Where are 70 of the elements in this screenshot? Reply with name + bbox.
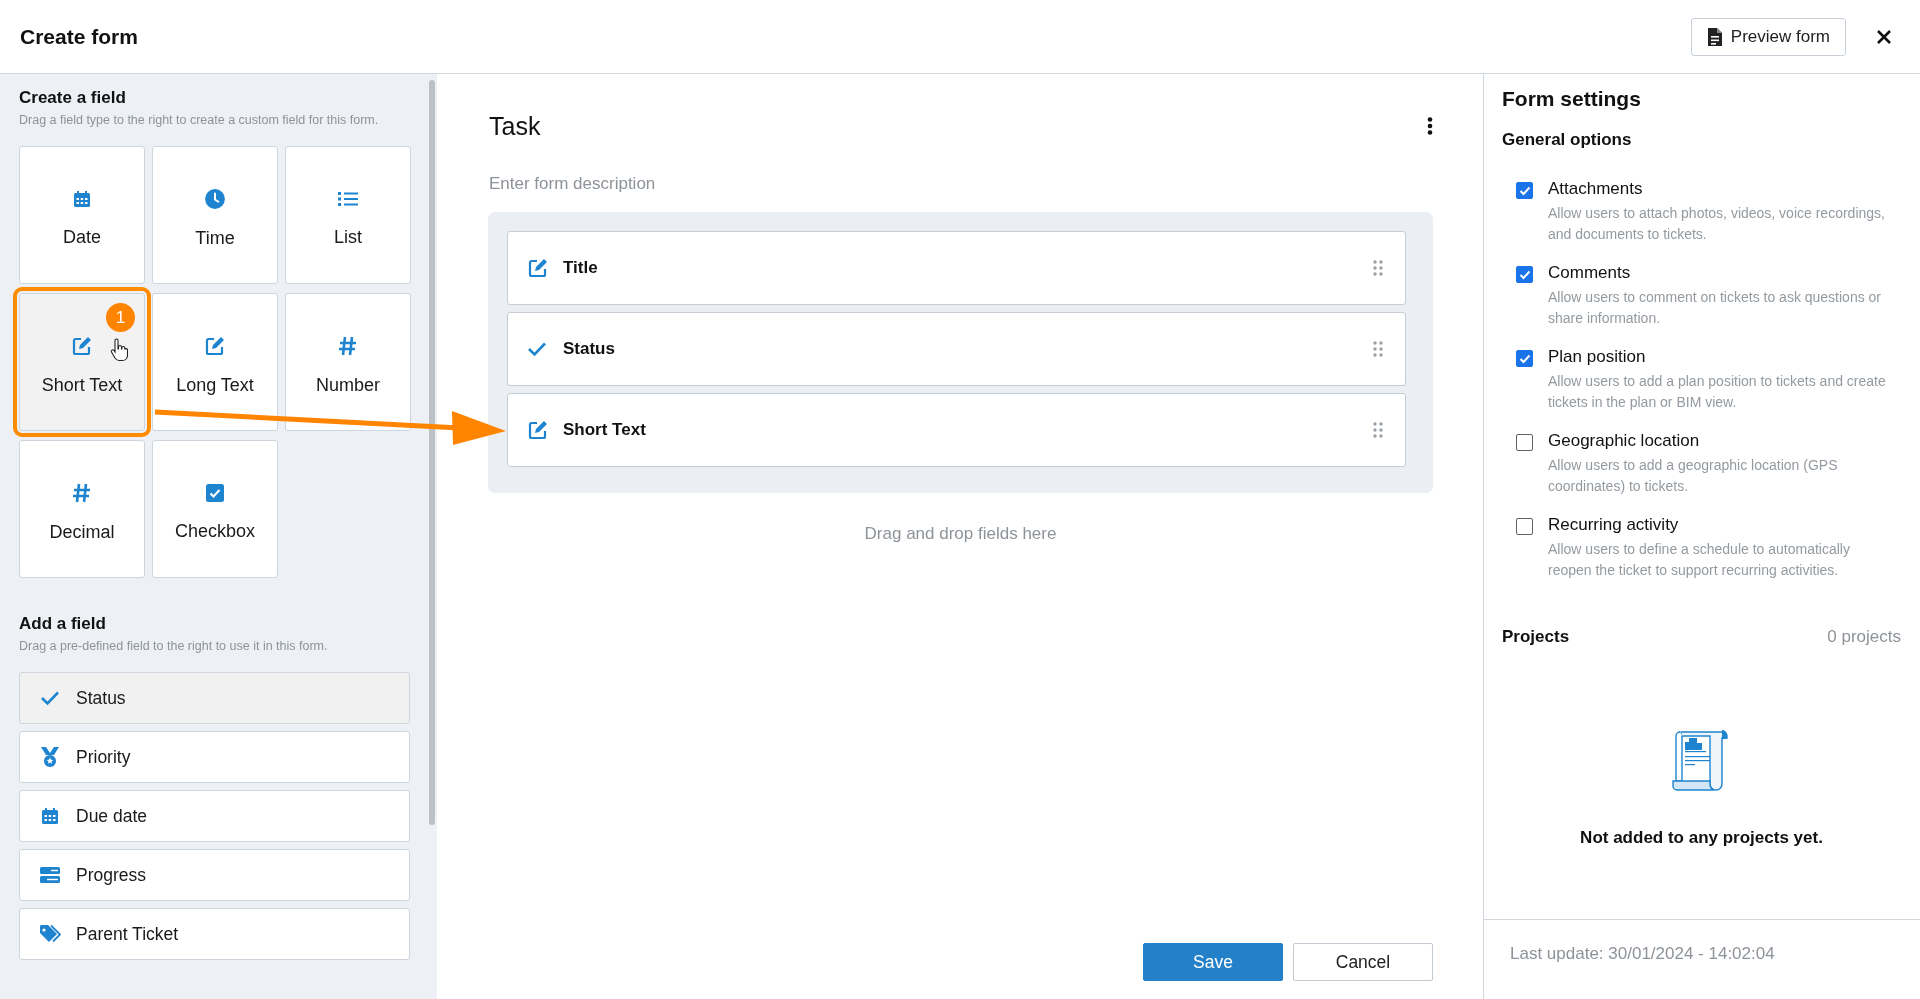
scrollbar-thumb[interactable] <box>429 80 435 825</box>
section-title: Projects <box>1502 627 1570 647</box>
checkbox[interactable] <box>1516 350 1533 367</box>
check-icon <box>527 341 547 357</box>
option-label: Comments <box>1548 263 1632 283</box>
section-title: Add a field <box>19 614 107 634</box>
field-type-tile[interactable]: Number <box>285 293 411 431</box>
more-options-icon[interactable] <box>1427 117 1433 135</box>
document-icon <box>1706 26 1723 47</box>
progress-icon <box>39 866 61 884</box>
medal-icon <box>40 746 60 768</box>
field-type-tile[interactable]: Checkbox <box>152 440 278 578</box>
section-hint: Drag a pre-defined field to the right to use it in this form. <box>19 639 329 653</box>
field-type-tile[interactable]: List <box>285 146 411 284</box>
hash-icon <box>72 481 92 504</box>
predefined-field-item[interactable]: Due date <box>19 790 410 842</box>
preview-form-button[interactable]: Preview form <box>1690 17 1846 56</box>
option-label: Recurring activity <box>1548 515 1680 535</box>
form-title: Task <box>489 111 541 141</box>
section-hint: Drag a field type to the right to create a custom field for this form. <box>19 113 380 127</box>
field-type-tile[interactable]: Date <box>19 146 145 284</box>
calendar-icon <box>40 806 60 826</box>
drag-handle-icon[interactable] <box>1373 341 1383 357</box>
checkbox[interactable] <box>1516 266 1533 283</box>
field-type-tile[interactable]: Time <box>152 146 278 284</box>
drop-hint: Drag and drop fields here <box>863 524 1058 544</box>
project-count: 0 projects <box>1827 627 1901 647</box>
predefined-field-item[interactable]: Status <box>19 672 410 724</box>
form-field-card[interactable]: Title <box>507 231 1406 305</box>
check-icon <box>40 690 60 706</box>
predefined-field-item[interactable]: Progress <box>19 849 410 901</box>
hash-icon <box>338 334 358 357</box>
option-label: Geographic location <box>1548 431 1701 451</box>
hand-cursor-icon <box>110 338 128 362</box>
form-field-card[interactable]: Status <box>507 312 1406 386</box>
option-description: Allow users to comment on tickets to ask questions or share information. <box>1548 288 1883 328</box>
edit-icon <box>527 419 549 441</box>
field-type-tile[interactable]: Decimal <box>19 440 145 578</box>
last-update-text: Last update: 30/01/2024 - 14:02:04 <box>1484 919 1920 999</box>
predefined-field-item[interactable]: Parent Ticket <box>19 908 410 960</box>
form-field-card[interactable]: Short Text <box>507 393 1406 467</box>
checkbox-icon <box>205 482 225 503</box>
panel-title: Form settings <box>1502 87 1642 111</box>
checkbox[interactable] <box>1516 434 1533 451</box>
close-icon[interactable] <box>1876 28 1892 45</box>
option-label: Plan position <box>1548 347 1647 367</box>
checkbox[interactable] <box>1516 518 1533 535</box>
section-title: General options <box>1502 130 1633 150</box>
clock-icon <box>204 187 226 210</box>
save-button[interactable]: Save <box>1143 943 1283 981</box>
calendar-icon <box>72 188 92 209</box>
drag-handle-icon[interactable] <box>1373 422 1383 438</box>
option-label: Attachments <box>1548 179 1644 199</box>
drag-handle-icon[interactable] <box>1373 260 1383 276</box>
tag-icon <box>39 924 61 944</box>
empty-state-message: Not added to any projects yet. <box>1580 828 1823 848</box>
field-type-tile[interactable]: Long Text <box>152 293 278 431</box>
predefined-field-item[interactable]: Priority <box>19 731 410 783</box>
edit-icon <box>71 334 93 357</box>
page-title: Create form <box>20 24 139 49</box>
edit-icon <box>204 334 226 357</box>
option-description: Allow users to define a schedule to automatically reopen the ticket to support recurring activities. <box>1548 540 1851 580</box>
step-badge: 1 <box>106 303 135 332</box>
option-description: Allow users to add a plan position to tickets and create tickets in the plan or BIM view. <box>1548 372 1887 412</box>
checkbox[interactable] <box>1516 182 1533 199</box>
option-description: Allow users to attach photos, videos, voice recordings, and documents to tickets. <box>1548 204 1886 244</box>
option-description: Allow users to add a geographic location (GPS coordinates) to tickets. <box>1548 456 1839 496</box>
section-title: Create a field <box>19 88 127 108</box>
cancel-button[interactable]: Cancel <box>1293 943 1433 981</box>
edit-icon <box>527 257 549 279</box>
